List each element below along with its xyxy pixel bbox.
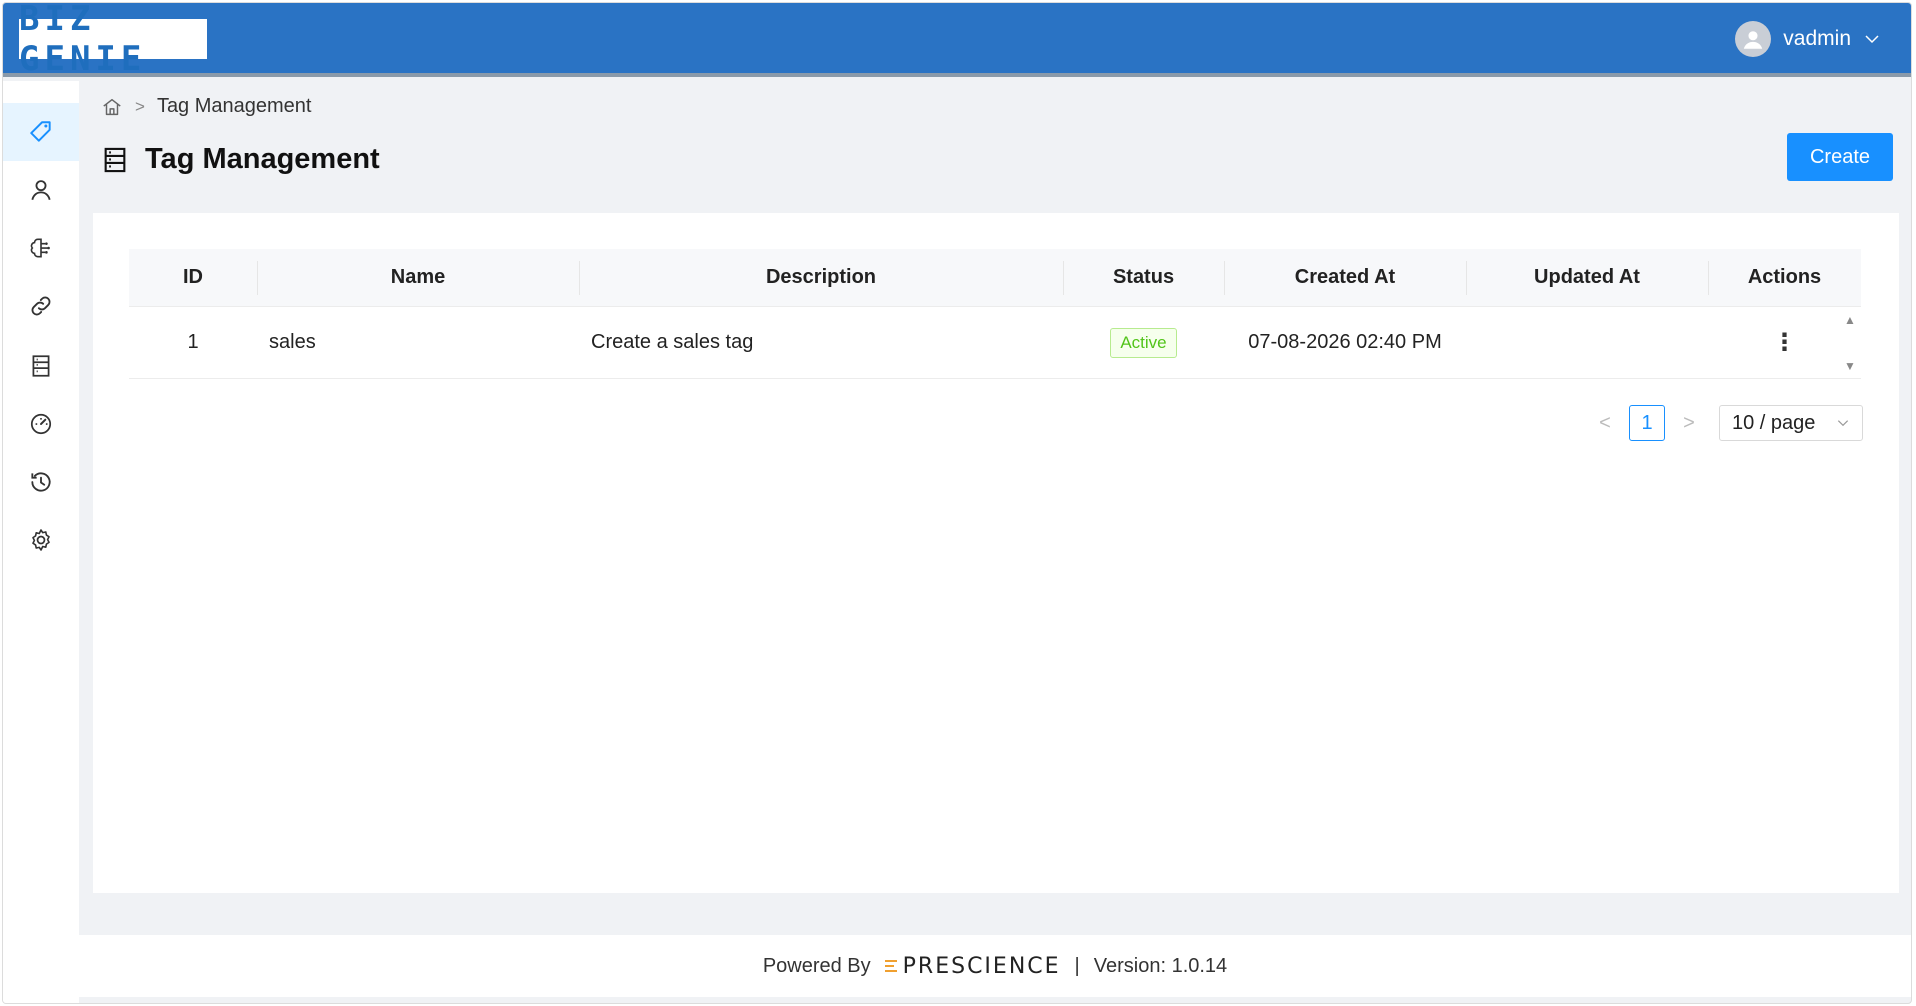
- app-logo[interactable]: BIZ GENIE: [19, 3, 207, 79]
- table-scrollbar[interactable]: ▲ ▼: [1843, 313, 1857, 373]
- prev-page-button[interactable]: <: [1595, 412, 1615, 435]
- cell-name: sales: [269, 331, 316, 353]
- page-size-select[interactable]: 10 / page: [1719, 405, 1863, 441]
- sidebar-item-dashboard[interactable]: [3, 395, 79, 453]
- scroll-up-icon[interactable]: ▲: [1844, 313, 1856, 327]
- cell-status: Active: [1063, 327, 1224, 358]
- cell-description: Create a sales tag: [591, 331, 754, 353]
- sidebar-item-ai[interactable]: [3, 219, 79, 277]
- gear-icon: [32, 529, 50, 551]
- footer: Powered By PRESCIENCE | Version: 1.0.14: [79, 935, 1911, 997]
- logo-text: BIZ GENIE: [19, 2, 147, 79]
- dashboard-icon: [30, 413, 52, 435]
- more-actions-icon[interactable]: ⋮: [1773, 329, 1797, 356]
- scroll-down-icon[interactable]: ▼: [1844, 359, 1856, 373]
- sidebar-item-data[interactable]: [3, 337, 79, 395]
- tags-table: ID Name Description Status Created At Up…: [129, 249, 1861, 379]
- version-label: Version: 1.0.14: [1093, 954, 1228, 977]
- cell-id: 1: [187, 331, 199, 353]
- app-window: BIZ GENIE vadmin > Tag Management Tag Ma…: [2, 2, 1912, 1004]
- page-size-value: 10 / page: [1732, 411, 1816, 434]
- cell-actions: ⋮: [1708, 328, 1861, 357]
- user-avatar-icon: [1744, 31, 1763, 49]
- brain-icon: [30, 238, 50, 258]
- history-icon: [31, 472, 51, 492]
- page-number-button[interactable]: 1: [1629, 405, 1665, 441]
- status-badge: Active: [1110, 327, 1177, 358]
- breadcrumb-current: Tag Management: [156, 95, 312, 117]
- breadcrumb: > Tag Management: [101, 95, 311, 118]
- column-header-name[interactable]: Name: [257, 266, 579, 289]
- link-icon: [31, 296, 51, 316]
- page-title: Tag Management: [145, 143, 380, 175]
- user-icon: [31, 180, 51, 201]
- sidebar: [3, 81, 79, 1003]
- table-header: ID Name Description Status Created At Up…: [129, 249, 1861, 307]
- sidebar-item-integrations[interactable]: [3, 277, 79, 335]
- sidebar-item-tags[interactable]: [3, 103, 79, 161]
- cell-created-at: 07-08-2026 02:40 PM: [1248, 331, 1442, 353]
- create-button[interactable]: Create: [1787, 133, 1893, 181]
- breadcrumb-separator: >: [135, 96, 145, 116]
- sidebar-item-history[interactable]: [3, 453, 79, 511]
- column-header-description[interactable]: Description: [579, 266, 1063, 289]
- brand-mark-icon: [884, 960, 897, 972]
- pagination: < 1 > 10 / page: [1595, 405, 1863, 441]
- username: vadmin: [1783, 27, 1851, 50]
- user-menu[interactable]: vadmin: [1735, 21, 1881, 57]
- database-icon: [104, 147, 126, 172]
- home-icon[interactable]: [101, 96, 123, 118]
- sidebar-item-settings[interactable]: [3, 511, 79, 569]
- page-header: Tag Management: [101, 143, 380, 176]
- tag-icon: [30, 121, 51, 142]
- top-header: BIZ GENIE vadmin: [3, 3, 1911, 79]
- brand-name: PRESCIENCE: [902, 953, 1061, 979]
- column-header-updated-at[interactable]: Updated At: [1466, 266, 1708, 289]
- main-content: > Tag Management Tag Management Create I…: [79, 81, 1911, 1003]
- footer-separator: |: [1074, 954, 1080, 977]
- chevron-down-icon: [1837, 420, 1849, 427]
- column-header-created-at[interactable]: Created At: [1224, 266, 1466, 289]
- avatar: [1735, 21, 1772, 57]
- sidebar-item-users[interactable]: [3, 161, 79, 219]
- column-header-actions: Actions: [1708, 266, 1861, 289]
- column-header-status[interactable]: Status: [1063, 266, 1224, 289]
- database-icon: [32, 355, 50, 377]
- chevron-down-icon: [1865, 35, 1879, 44]
- powered-by-label: Powered By: [762, 954, 871, 977]
- column-header-id[interactable]: ID: [129, 266, 257, 289]
- brand-logo: PRESCIENCE: [884, 953, 1061, 979]
- table-card: ID Name Description Status Created At Up…: [93, 213, 1899, 893]
- next-page-button[interactable]: >: [1679, 412, 1699, 435]
- table-row[interactable]: 1 sales Create a sales tag Active 07-08-…: [129, 307, 1861, 379]
